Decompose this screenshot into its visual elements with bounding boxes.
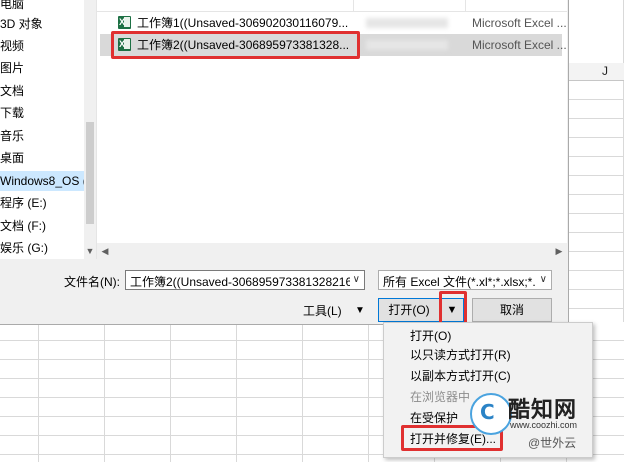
nav-item-drive-f[interactable]: 文档 (F:): [0, 216, 46, 236]
tools-menu-button[interactable]: 工具(L): [303, 303, 342, 319]
nav-item-downloads[interactable]: 下载: [0, 103, 24, 123]
watermark-site: www.coozhi.com: [510, 420, 578, 430]
chevron-down-icon[interactable]: ∨: [353, 274, 360, 285]
file-type: Microsoft Excel ...: [472, 16, 567, 30]
file-list-header: [97, 0, 567, 12]
nav-item-computer[interactable]: 电脑: [0, 0, 24, 14]
highlight-selected-file: [111, 31, 360, 59]
menu-item-open-in-browser[interactable]: 在浏览器中: [410, 388, 470, 406]
open-button[interactable]: 打开(O): [378, 298, 440, 322]
nav-item-drive-g[interactable]: 娱乐 (G:): [0, 238, 48, 258]
nav-item-desktop[interactable]: 桌面: [0, 148, 24, 168]
coozhi-logo-icon: C: [470, 393, 512, 435]
filename-combobox[interactable]: 工作簿2((Unsaved-306895973381328216) ∨: [125, 270, 365, 290]
scroll-left-arrow-icon[interactable]: ◀: [97, 243, 113, 259]
nav-item-music[interactable]: 音乐: [0, 126, 24, 146]
file-date-blurred: [366, 40, 448, 50]
excel-file-icon: X: [118, 16, 131, 29]
file-list-horizontal-scrollbar[interactable]: ◀ ▶: [97, 243, 567, 259]
nav-item-pictures[interactable]: 图片: [0, 58, 24, 78]
filename-value: 工作簿2((Unsaved-306895973381328216): [130, 275, 350, 289]
nav-item-drive-e[interactable]: 程序 (E:): [0, 193, 47, 213]
scroll-down-arrow-icon[interactable]: ▼: [84, 244, 96, 258]
menu-item-open-as-copy[interactable]: 以副本方式打开(C): [410, 367, 511, 385]
file-type-filter-value: 所有 Excel 文件(*.xl*;*.xlsx;*.xl: [383, 275, 535, 289]
tools-dropdown-arrow-icon[interactable]: ▼: [355, 303, 365, 319]
filename-label: 文件名(N):: [64, 275, 120, 289]
file-type-filter-select[interactable]: 所有 Excel 文件(*.xl*;*.xlsx;*.xl ∨: [378, 270, 552, 290]
file-type: Microsoft Excel ...: [472, 38, 567, 52]
menu-item-open-read-only[interactable]: 以只读方式打开(R): [410, 346, 511, 364]
menu-item-open[interactable]: 打开(O): [410, 327, 451, 345]
watermark-author: @世外云: [528, 436, 577, 450]
file-date-blurred: [366, 18, 448, 28]
column-header-j[interactable]: J: [568, 63, 624, 81]
nav-scrollbar-thumb[interactable]: [86, 122, 94, 224]
logo-letter: C: [480, 400, 495, 424]
column-label: J: [602, 64, 608, 78]
nav-item-3d-objects[interactable]: 3D 对象: [0, 14, 43, 34]
chevron-down-icon[interactable]: ∨: [540, 274, 547, 285]
nav-item-drive-c[interactable]: Windows8_OS (: [0, 171, 87, 191]
nav-item-videos[interactable]: 视频: [0, 36, 24, 56]
scroll-right-arrow-icon[interactable]: ▶: [551, 243, 567, 259]
cancel-button[interactable]: 取消: [472, 298, 552, 322]
nav-item-documents[interactable]: 文档: [0, 81, 24, 101]
